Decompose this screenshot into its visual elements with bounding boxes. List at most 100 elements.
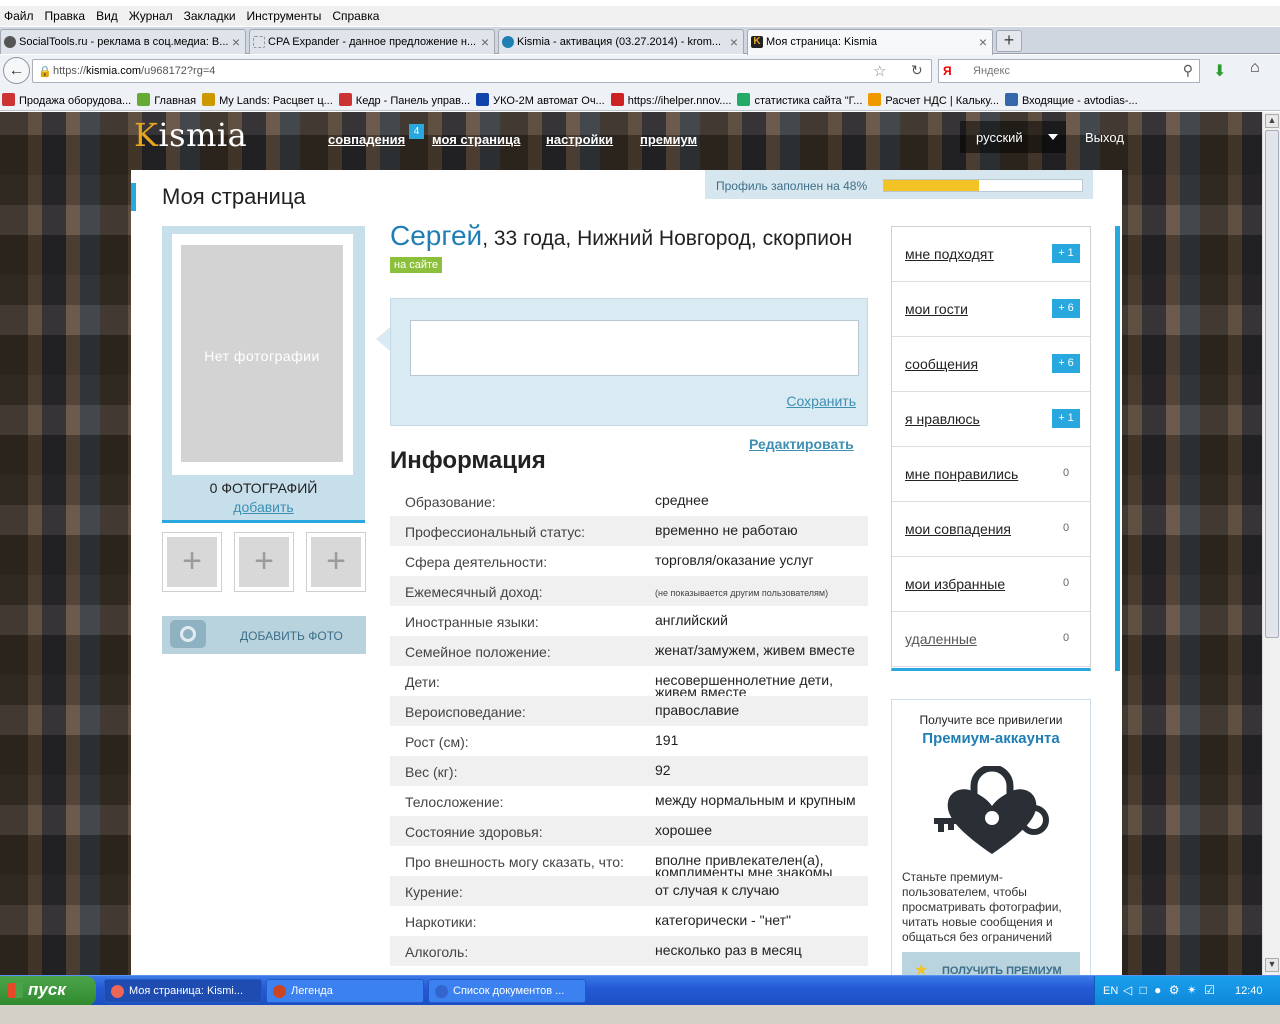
kismia-logo[interactable]: Kismia: [134, 116, 247, 154]
start-button[interactable]: пуск: [0, 976, 96, 1006]
side-menu-link[interactable]: мне понравились: [905, 466, 1018, 482]
language-select[interactable]: русский: [960, 121, 1066, 153]
info-value: английский: [655, 612, 728, 628]
info-row: Наркотики: категорически - "нет": [390, 906, 868, 936]
close-tab-icon[interactable]: ×: [730, 34, 738, 50]
scroll-down-icon[interactable]: ▼: [1265, 958, 1279, 972]
nav-my-page[interactable]: моя страница: [432, 132, 520, 147]
info-key: Алкоголь:: [405, 944, 469, 960]
no-photo-placeholder[interactable]: Нет фотографии: [181, 245, 343, 462]
info-row: Телосложение: между нормальным и крупным: [390, 786, 868, 816]
home-icon[interactable]: ⌂: [1250, 59, 1260, 77]
side-menu-item[interactable]: мои совпадения 0: [892, 502, 1090, 557]
menu-view[interactable]: Вид: [91, 6, 124, 23]
bookmark-item[interactable]: Кедр - Панель управ...: [337, 87, 474, 107]
scroll-thumb[interactable]: [1265, 130, 1279, 638]
photo-slot[interactable]: +: [306, 532, 366, 592]
tab-my-page[interactable]: K Моя страница: Kismia ×: [747, 29, 993, 55]
bookmark-item[interactable]: Продажа оборудова...: [0, 87, 135, 107]
close-tab-icon[interactable]: ×: [979, 34, 987, 50]
menu-help[interactable]: Справка: [327, 6, 385, 23]
info-key: Ежемесячный доход:: [405, 584, 543, 600]
add-photo-link[interactable]: добавить: [162, 499, 365, 515]
menu-bookmarks[interactable]: Закладки: [179, 6, 242, 23]
info-value: несовершеннолетние дети, живем вместе: [655, 672, 834, 700]
plus-icon: +: [239, 537, 289, 587]
close-tab-icon[interactable]: ×: [481, 34, 489, 50]
side-menu-item[interactable]: удаленные 0: [892, 612, 1090, 667]
side-menu-link[interactable]: удаленные: [905, 631, 977, 647]
nav-premium[interactable]: премиум: [640, 132, 697, 147]
side-menu-item[interactable]: мои избранные 0: [892, 557, 1090, 612]
side-menu-item[interactable]: я нравлюсь + 1: [892, 392, 1090, 447]
side-menu-link[interactable]: сообщения: [905, 356, 978, 372]
bookmark-item[interactable]: статистика сайта "Г...: [735, 87, 866, 107]
menu-edit[interactable]: Правка: [40, 6, 92, 23]
side-menu-link[interactable]: мне подходят: [905, 246, 994, 262]
tray-icons[interactable]: ◁ □ ● ⚙ ✴ ☑: [1123, 983, 1217, 997]
tab-socialtools[interactable]: SocialTools.ru - реклама в соц.медиа: В.…: [0, 29, 246, 54]
side-menu-count: + 6: [1052, 299, 1080, 318]
info-value: (не показывается другим пользователям): [655, 588, 829, 598]
info-key: Наркотики:: [405, 914, 477, 930]
bookmark-favicon-icon: [338, 93, 352, 106]
info-key: Образование:: [405, 494, 496, 510]
bookmark-label: Продажа оборудова...: [19, 95, 132, 107]
side-menu-link[interactable]: мои совпадения: [905, 521, 1011, 537]
add-photo-button[interactable]: ДОБАВИТЬ ФОТО: [162, 616, 366, 654]
download-icon[interactable]: ⬇: [1213, 61, 1226, 81]
info-heading: Информация: [390, 447, 546, 474]
search-icon[interactable]: ⚲: [1183, 62, 1193, 79]
taskbar-item[interactable]: Список документов ...: [428, 979, 586, 1003]
bookmark-item[interactable]: Входящие - avtodias-...: [1003, 87, 1142, 107]
vertical-scrollbar[interactable]: ▲ ▼: [1262, 112, 1280, 975]
back-button[interactable]: ←: [3, 57, 30, 84]
side-menu-count: 0: [1062, 522, 1070, 534]
scroll-up-icon[interactable]: ▲: [1265, 114, 1279, 128]
tab-label: CPA Expander - данное предложение н...: [268, 36, 477, 48]
menu-history[interactable]: Журнал: [124, 6, 179, 23]
nav-settings[interactable]: настройки: [546, 132, 613, 147]
bookmark-star-icon[interactable]: ☆: [873, 62, 886, 80]
photo-slot[interactable]: +: [162, 532, 222, 592]
address-bar[interactable]: 🔒 https://kismia.com/u968172?rg=4 ☆ ↻: [32, 59, 932, 83]
tab-kismia-activation[interactable]: Kismia - активация (03.27.2014) - krom..…: [498, 29, 744, 54]
nav-matches[interactable]: совпадения: [328, 132, 405, 147]
page-title: Моя страница: [162, 184, 306, 209]
bookmark-item[interactable]: Расчет НДС | Кальку...: [866, 87, 1003, 107]
side-menu-link[interactable]: мои гости: [905, 301, 968, 317]
menu-file[interactable]: Файл: [0, 6, 40, 23]
side-menu-item[interactable]: сообщения + 6: [892, 337, 1090, 392]
side-menu-item[interactable]: мои гости + 6: [892, 282, 1090, 337]
side-menu-link[interactable]: я нравлюсь: [905, 411, 980, 427]
side-menu-item[interactable]: мне подходят + 1: [892, 227, 1090, 282]
language-indicator[interactable]: EN: [1103, 985, 1118, 997]
side-menu-link[interactable]: мои избранные: [905, 576, 1005, 592]
title-accent: [131, 183, 136, 211]
status-input[interactable]: [410, 320, 859, 376]
taskbar-item[interactable]: Легенда: [266, 979, 424, 1003]
edit-info-link[interactable]: Редактировать: [749, 436, 854, 452]
taskbar-item[interactable]: Моя страница: Kismi...: [104, 979, 262, 1003]
reload-icon[interactable]: ↻: [911, 62, 923, 79]
side-menu-item[interactable]: мне понравились 0: [892, 447, 1090, 502]
logout-link[interactable]: Выход: [1085, 130, 1124, 145]
web-page: Kismia совпадения 4 моя страница настрой…: [0, 112, 1262, 975]
bookmark-item[interactable]: My Lands: Расцвет ц...: [200, 87, 337, 107]
info-row: Ежемесячный доход: (не показывается други…: [390, 576, 868, 606]
bookmark-item[interactable]: УКО-2М автомат Оч...: [474, 87, 609, 107]
search-box[interactable]: Я Яндекс ⚲: [938, 59, 1200, 83]
photo-slot[interactable]: +: [234, 532, 294, 592]
new-tab-button[interactable]: +: [996, 30, 1022, 52]
save-status-link[interactable]: Сохранить: [786, 393, 856, 409]
bookmark-label: https://ihelper.nnov....: [627, 95, 732, 107]
bookmark-item[interactable]: Главная: [135, 87, 200, 107]
address-text: https://kismia.com/u968172?rg=4: [53, 65, 215, 77]
tab-cpa-expander[interactable]: CPA Expander - данное предложение н... ×: [249, 29, 495, 54]
bookmark-item[interactable]: https://ihelper.nnov....: [609, 87, 736, 107]
info-row: Сфера деятельности: торговля/оказание усл…: [390, 546, 868, 576]
close-tab-icon[interactable]: ×: [232, 34, 240, 50]
profile-photo-card: Нет фотографии 0 ФОТОГРАФИЙ добавить: [162, 226, 365, 523]
get-premium-button[interactable]: ★ ПОЛУЧИТЬ ПРЕМИУМ: [902, 952, 1080, 975]
menu-tools[interactable]: Инструменты: [242, 6, 328, 23]
